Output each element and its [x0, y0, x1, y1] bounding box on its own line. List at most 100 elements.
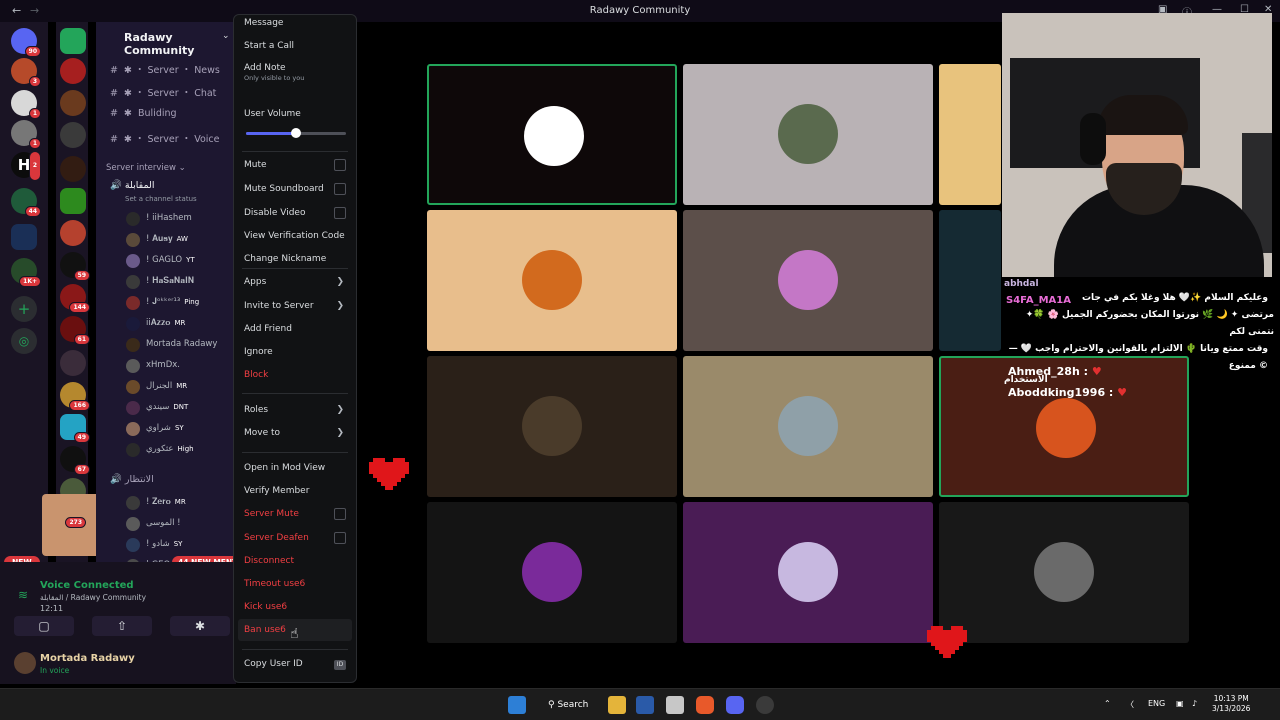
video-tile[interactable] — [683, 210, 933, 351]
video-tile[interactable] — [939, 210, 1001, 351]
windows-start-icon[interactable] — [508, 696, 526, 714]
screen-share-button[interactable]: ⇧ — [92, 616, 152, 636]
voice-user[interactable]: الموسى ! — [126, 515, 234, 533]
menu-change-nickname[interactable]: Change Nickname — [244, 254, 326, 264]
brave-icon[interactable] — [696, 696, 714, 714]
voice-user[interactable]: ! GAGLO YT — [126, 252, 234, 270]
server-icon[interactable]: 1K+ — [11, 258, 41, 287]
menu-mute[interactable]: Mute — [244, 160, 267, 170]
menu-open-mod-view[interactable]: Open in Mod View — [244, 463, 325, 473]
app-icon[interactable] — [756, 696, 774, 714]
menu-invite[interactable]: Invite to Server — [244, 301, 314, 311]
server-icon[interactable] — [60, 90, 86, 116]
home-icon[interactable]: 90 — [11, 28, 41, 57]
camera-off-button[interactable]: ▢ — [14, 616, 74, 636]
notepad-icon[interactable] — [666, 696, 684, 714]
video-tile[interactable] — [427, 502, 677, 643]
file-explorer-icon[interactable] — [608, 696, 626, 714]
server-icon[interactable] — [60, 188, 86, 214]
menu-add-note[interactable]: Add Note Only visible to you — [244, 63, 304, 82]
discover-icon[interactable]: ◎ — [11, 328, 37, 354]
server-icon[interactable]: 1 — [11, 90, 41, 119]
disable-video-checkbox[interactable] — [334, 207, 346, 219]
voice-user[interactable]: ! 𝐙𝐞𝐫𝐨 MR — [126, 494, 234, 512]
server-icon[interactable] — [60, 350, 86, 376]
voice-user[interactable]: ! 𝐇𝐚𝐒𝐚𝐍𝐚𝐈𝐍 — [126, 273, 234, 291]
microphone-icon[interactable]: 〈 — [1126, 699, 1134, 710]
taskbar-clock[interactable]: 10:13 PM 3/13/2026 — [1212, 694, 1250, 714]
menu-view-verification[interactable]: View Verification Code — [244, 231, 345, 241]
server-icon[interactable] — [60, 220, 86, 246]
menu-ignore[interactable]: Ignore — [244, 347, 273, 357]
server-icon[interactable]: 49 — [60, 414, 90, 443]
chevron-down-icon[interactable]: ⌄ — [222, 31, 230, 41]
voice-user[interactable]: شراوي SY — [126, 420, 234, 438]
menu-add-friend[interactable]: Add Friend — [244, 324, 292, 334]
user-volume-slider[interactable] — [246, 128, 346, 138]
server-icon[interactable]: H2 — [11, 151, 41, 181]
menu-apps[interactable]: Apps — [244, 277, 266, 287]
channel-building[interactable]: # ✱ Buliding — [110, 108, 177, 119]
signal-icon[interactable]: ≋ — [18, 588, 28, 602]
voice-user[interactable]: سيندي DNT — [126, 399, 234, 417]
discord-icon[interactable] — [726, 696, 744, 714]
voice-user[interactable]: ! شادو SY — [126, 536, 234, 554]
folder-icon[interactable] — [11, 224, 37, 250]
server-icon[interactable]: 1 — [11, 120, 41, 149]
store-icon[interactable] — [636, 696, 654, 714]
menu-timeout[interactable]: Timeout use6 — [244, 579, 305, 589]
server-icon[interactable]: 144 — [60, 284, 90, 313]
channel-status[interactable]: Set a channel status — [125, 195, 197, 203]
menu-verify-member[interactable]: Verify Member — [244, 486, 309, 496]
server-icon[interactable]: 67 — [60, 446, 90, 475]
menu-disconnect[interactable]: Disconnect — [244, 556, 294, 566]
video-tile[interactable] — [427, 210, 677, 351]
folder-icon[interactable] — [60, 28, 86, 54]
menu-server-deafen[interactable]: Server Deafen — [244, 533, 309, 543]
language-indicator[interactable]: ENG — [1148, 699, 1165, 708]
tray-chevron-icon[interactable]: ⌃ — [1104, 699, 1111, 708]
mute-checkbox[interactable] — [334, 159, 346, 171]
voice-user[interactable]: Mortada Radawy — [126, 336, 234, 354]
mute-soundboard-checkbox[interactable] — [334, 183, 346, 195]
channel-voice[interactable]: # ✱ ・ Server ・ Voice — [110, 131, 219, 145]
menu-server-mute[interactable]: Server Mute — [244, 509, 299, 519]
network-icon[interactable]: ▣ — [1176, 699, 1184, 708]
channel-news[interactable]: # ✱ ・ Server ・ News — [110, 62, 220, 76]
voice-location[interactable]: المقابلة / Radawy Community — [40, 593, 146, 602]
server-icon[interactable]: 166 — [60, 382, 90, 411]
server-icon[interactable]: 44 — [11, 188, 41, 217]
avatar[interactable] — [14, 652, 36, 674]
video-tile[interactable] — [939, 502, 1189, 643]
activities-button[interactable]: ✱ — [170, 616, 230, 636]
category-header[interactable]: Server interview ⌄ — [106, 163, 186, 173]
menu-mute-soundboard[interactable]: Mute Soundboard — [244, 184, 324, 194]
voice-user[interactable]: ! iiHashem — [126, 210, 234, 228]
add-server-icon[interactable]: + — [11, 296, 37, 322]
video-tile[interactable] — [683, 64, 933, 205]
voice-channel[interactable]: 🔊 المقابلة — [110, 180, 154, 191]
server-icon[interactable]: 61 — [60, 316, 90, 345]
voice-user[interactable]: ! 𝐀𝐮𝐬𝐲 AW — [126, 231, 234, 249]
taskbar-search[interactable]: ⚲ Search — [540, 695, 592, 715]
voice-user[interactable]: الجنرال MR — [126, 378, 234, 396]
menu-block[interactable]: Block — [244, 370, 268, 380]
voice-user[interactable]: عثكوري High — [126, 441, 234, 459]
server-icon[interactable]: 3 — [11, 58, 41, 87]
menu-roles[interactable]: Roles — [244, 405, 268, 415]
video-tile[interactable] — [683, 502, 933, 643]
menu-start-call[interactable]: Start a Call — [244, 41, 294, 51]
server-icon[interactable] — [60, 58, 86, 84]
menu-move-to[interactable]: Move to — [244, 428, 280, 438]
menu-copy-user-id[interactable]: Copy User ID — [244, 659, 303, 669]
menu-message[interactable]: Message — [244, 18, 283, 28]
server-mute-checkbox[interactable] — [334, 508, 346, 520]
server-name[interactable]: Radawy Community — [124, 31, 236, 57]
video-tile[interactable] — [427, 64, 677, 205]
slider-knob[interactable] — [291, 128, 301, 138]
channel-chat[interactable]: # ✱ ・ Server ・ Chat — [110, 85, 216, 99]
voice-user[interactable]: ! 𝐉ᵒᵏᵏᵉʳ¹³ Ping — [126, 294, 234, 312]
menu-disable-video[interactable]: Disable Video — [244, 208, 305, 218]
streamer-preview[interactable]: 273 — [42, 494, 100, 556]
video-tile[interactable] — [683, 356, 933, 497]
